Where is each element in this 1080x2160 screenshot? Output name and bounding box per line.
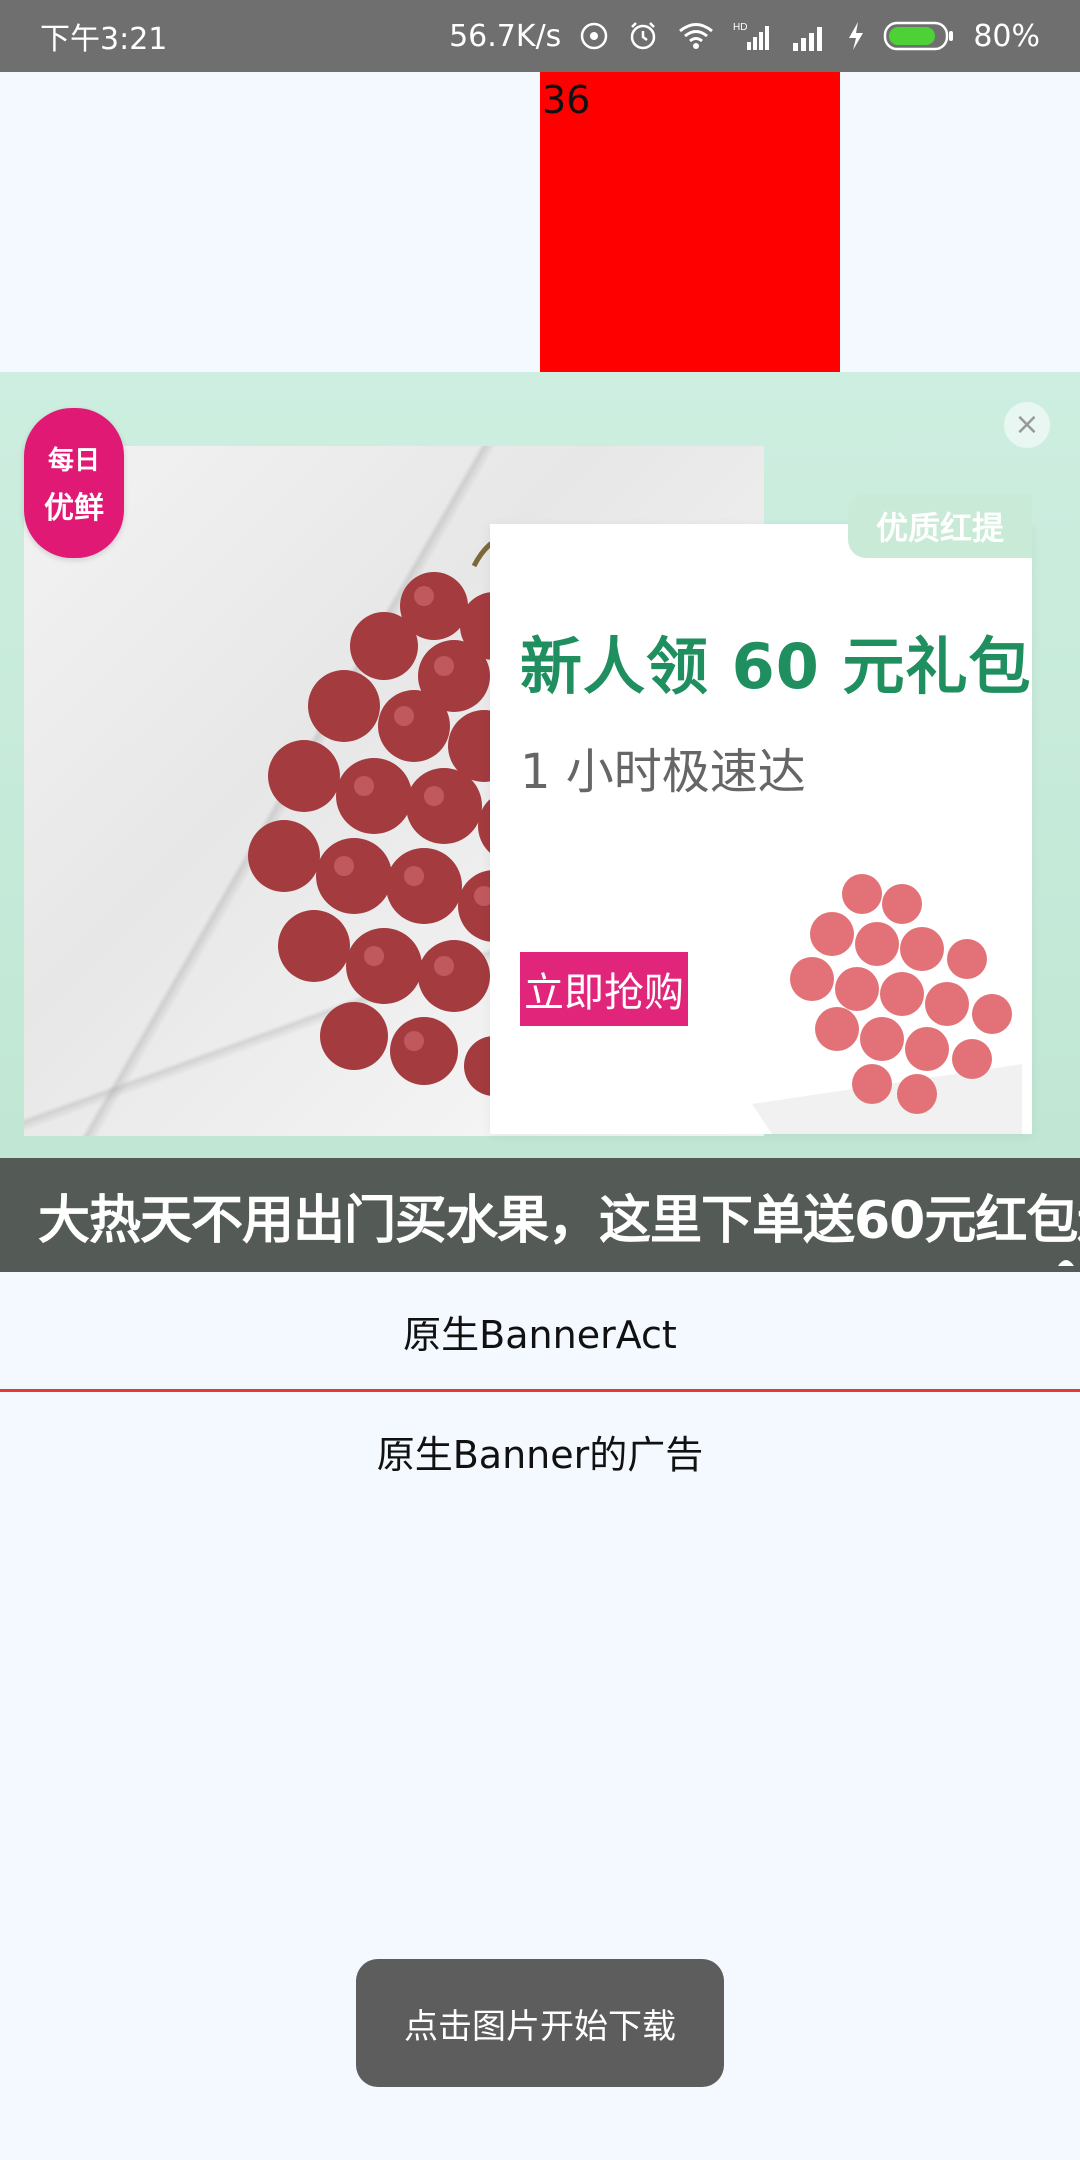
- promo-subtitle: 1 小时极速达: [520, 744, 806, 800]
- alarm-icon: [627, 20, 659, 52]
- counter-box: 36: [540, 72, 840, 372]
- logo-mark: 每日: [47, 445, 100, 476]
- logo-text: 优鲜: [44, 490, 104, 526]
- svg-text:HD: HD: [733, 22, 747, 33]
- status-time: 下午3:21: [40, 22, 168, 57]
- counter-value: 36: [542, 78, 591, 122]
- native-banner-ad[interactable]: 每日 优鲜 优质红提 新人领 60 元礼包 1 小时极速达 立即抢购 × 大热天…: [0, 372, 1080, 1272]
- hd-signal-icon: HD: [733, 20, 773, 52]
- wifi-icon: [677, 21, 715, 51]
- promo-title: 新人领 60 元礼包: [520, 630, 1032, 703]
- promo-card: 优质红提 新人领 60 元礼包 1 小时极速达 立即抢购: [490, 494, 1032, 1134]
- battery-icon: [883, 19, 955, 53]
- ad-source-icon: [1058, 1260, 1074, 1266]
- charging-icon: [847, 21, 865, 51]
- native-banner-ad-label: 原生Banner的广告: [376, 1432, 704, 1477]
- banner-caption: 大热天不用出门买水果，这里下单送60元红包还配送到家!: [0, 1158, 1080, 1272]
- ad-close-button[interactable]: ×: [1004, 402, 1050, 448]
- buy-now-button[interactable]: 立即抢购: [520, 952, 688, 1026]
- native-banner-act-label: 原生BannerAct: [403, 1312, 677, 1357]
- network-speed: 56.7K/s: [449, 18, 562, 54]
- toast-message: 点击图片开始下载: [356, 1959, 724, 2087]
- hotspot-icon: [579, 21, 609, 51]
- battery-percent: 80%: [973, 18, 1040, 54]
- status-bar: 下午3:21 56.7K/s HD 80%: [0, 0, 1080, 72]
- brand-logo: 每日 优鲜: [24, 408, 124, 558]
- signal-icon: [791, 21, 829, 51]
- status-icons: 56.7K/s HD 80%: [449, 19, 1040, 54]
- product-tag: 优质红提: [848, 494, 1032, 558]
- grapes-bowl-illustration: [752, 874, 1022, 1134]
